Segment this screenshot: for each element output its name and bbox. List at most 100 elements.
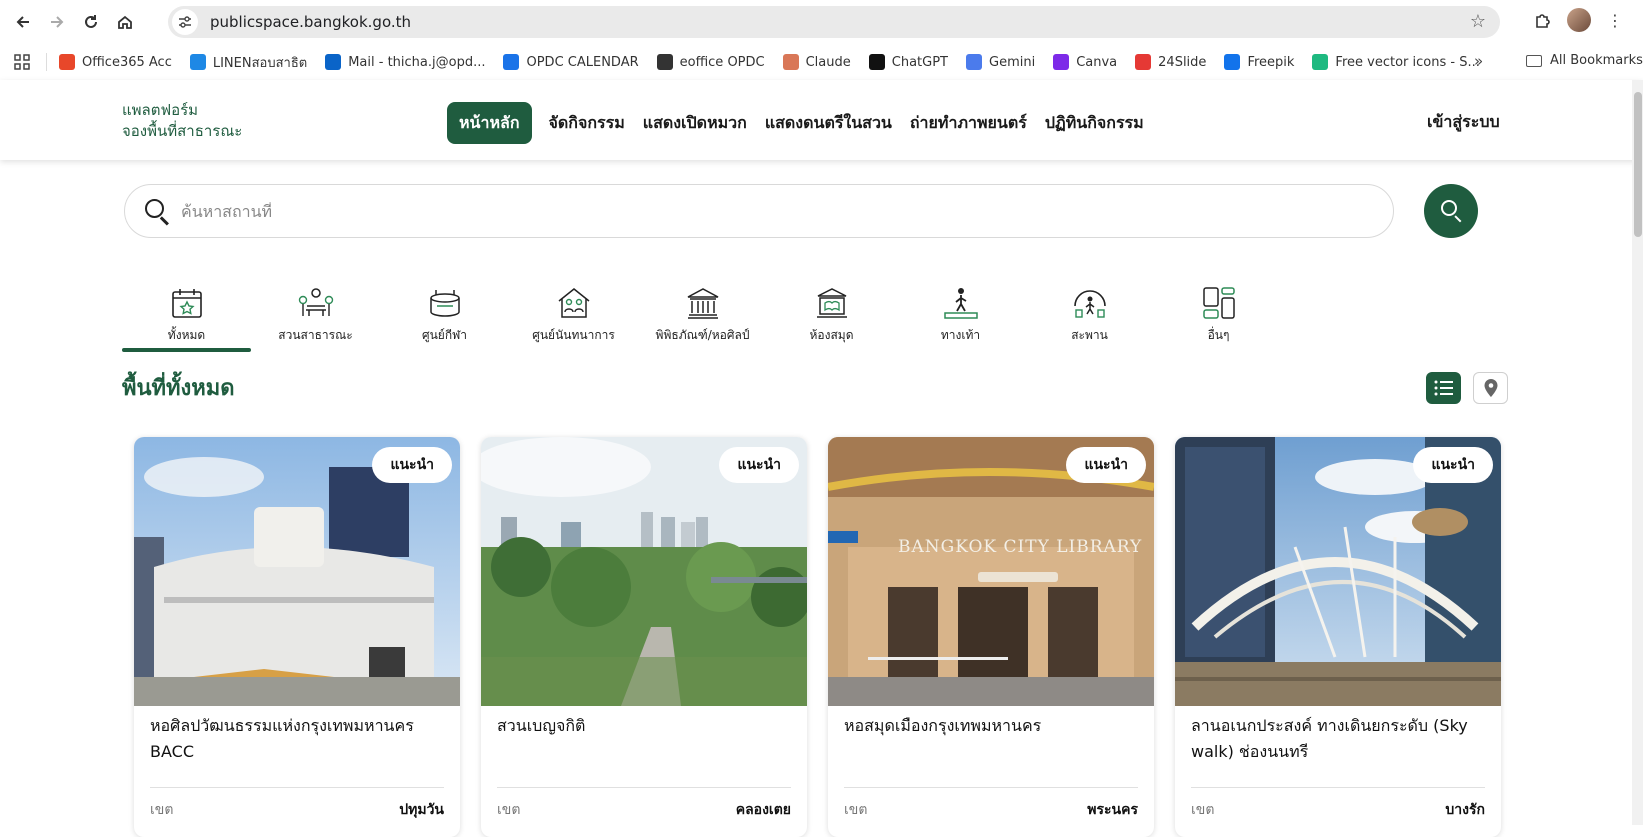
nav-filming[interactable]: ถ่ายทำภาพยนตร์	[901, 102, 1036, 144]
place-card[interactable]: แนะนำ สวนเบญจกิติ เขต คลองเตย	[481, 437, 807, 837]
place-title[interactable]: สวนเบญจกิติ	[497, 713, 791, 739]
bookmark-item[interactable]: eoffice OPDC	[656, 52, 765, 73]
recommended-badge: แนะนำ	[1066, 447, 1146, 483]
other-grid-icon	[1200, 284, 1238, 322]
search-icon	[143, 197, 171, 226]
login-link[interactable]: เข้าสู่ระบบ	[1427, 110, 1500, 135]
bookmark-label: Office365 Acc	[82, 54, 172, 70]
district-label: เขต	[844, 802, 868, 818]
url-text[interactable]: publicspace.bangkok.go.th	[210, 13, 411, 31]
category-sports-center[interactable]: ศูนย์กีฬา	[380, 284, 509, 354]
category-other[interactable]: อื่นๆ	[1154, 284, 1283, 354]
bookmark-item[interactable]: Office365 Acc	[59, 52, 172, 73]
bookmark-item[interactable]: Mail - thicha.j@opd...	[325, 52, 485, 73]
place-card[interactable]: แนะนำ ลานอเนกประสงค์ ทางเดินยกระดับ (Sky…	[1175, 437, 1501, 837]
nav-organize-event[interactable]: จัดกิจกรรม	[540, 102, 634, 144]
bookmark-favicon-icon	[325, 54, 342, 70]
calendar-star-icon	[168, 284, 206, 322]
nav-street-performance[interactable]: แสดงเปิดหมวก	[634, 102, 756, 144]
nav-event-calendar[interactable]: ปฏิทินกิจกรรม	[1036, 102, 1153, 144]
category-label: ห้องสมุด	[809, 328, 854, 342]
category-label: ทางเท้า	[940, 328, 981, 342]
place-card[interactable]: แนะนำ หอศิลปวัฒนธรรมแห่งกรุงเทพมหานคร BA…	[134, 437, 460, 837]
place-image: แนะนำ	[481, 437, 807, 706]
profile-avatar[interactable]	[1567, 8, 1591, 32]
bookmark-item[interactable]: Gemini	[966, 52, 1035, 73]
place-image: แนะนำ	[134, 437, 460, 706]
category-label: ศูนย์นันทนาการ	[532, 328, 615, 342]
list-view-button[interactable]	[1426, 372, 1461, 404]
bookmark-favicon-icon	[59, 54, 75, 70]
nav-home[interactable]: หน้าหลัก	[447, 102, 532, 144]
bookmark-item[interactable]: LINENสอบสาธิต	[189, 52, 307, 73]
bookmark-favicon-icon	[1135, 54, 1152, 70]
home-icon	[118, 15, 132, 29]
extensions-puzzle-icon[interactable]	[1529, 6, 1557, 34]
bookmark-label: 24Slide	[1158, 54, 1207, 70]
recreation-house-icon	[555, 284, 593, 322]
bookmark-label: Claude	[805, 54, 851, 70]
district-value: คลองเตย	[735, 802, 791, 818]
library-sign-text: BANGKOK CITY LIBRARY	[898, 537, 1143, 557]
place-title[interactable]: หอศิลปวัฒนธรรมแห่งกรุงเทพมหานคร BACC	[150, 713, 444, 765]
site-info-icon[interactable]	[172, 9, 198, 35]
map-view-button[interactable]	[1473, 372, 1508, 404]
recommended-badge: แนะนำ	[1413, 447, 1493, 483]
folder-icon	[1526, 54, 1542, 67]
section-title: พื้นที่ทั้งหมด	[122, 376, 235, 401]
district-value: พระนคร	[1087, 802, 1138, 818]
card-divider	[844, 787, 1138, 788]
recommended-badge: แนะนำ	[372, 447, 452, 483]
search-button-icon	[1441, 200, 1457, 216]
category-tabs: ทั้งหมด สวนสาธารณะ ศูนย์กีฬา ศูนย์นันทนา…	[122, 284, 1283, 354]
browser-toolbar: publicspace.bangkok.go.th ☆ ⋮	[0, 0, 1643, 44]
main-nav: หน้าหลัก จัดกิจกรรม แสดงเปิดหมวก แสดงดนต…	[447, 102, 1153, 144]
all-bookmarks-button[interactable]: All Bookmarks	[1526, 53, 1643, 68]
category-label: อื่นๆ	[1207, 328, 1230, 342]
bookmark-favicon-icon	[1224, 54, 1241, 70]
bookmark-item[interactable]: Claude	[782, 52, 851, 73]
place-title[interactable]: หอสมุดเมืองกรุงเทพมหานคร	[844, 713, 1138, 739]
search-button[interactable]	[1424, 184, 1478, 238]
back-button[interactable]	[6, 5, 40, 39]
bookmark-favicon-icon	[656, 54, 673, 70]
site-header: แพลตฟอร์ม จองพื้นที่สาธารณะ หน้าหลัก จัด…	[0, 80, 1643, 160]
home-button[interactable]	[108, 5, 142, 39]
page-scrollbar-thumb[interactable]	[1634, 92, 1642, 237]
bookmark-item[interactable]: OPDC CALENDAR	[503, 52, 639, 73]
list-icon	[1434, 380, 1453, 396]
category-bridge[interactable]: สะพาน	[1025, 284, 1154, 354]
category-recreation-center[interactable]: ศูนย์นันทนาการ	[509, 284, 638, 354]
bookmark-item[interactable]: 24Slide	[1135, 52, 1206, 73]
bookmark-item[interactable]: Free vector icons - S...	[1312, 52, 1480, 73]
address-bar[interactable]: publicspace.bangkok.go.th ☆	[168, 6, 1500, 38]
category-label: สะพาน	[1071, 328, 1108, 342]
category-all[interactable]: ทั้งหมด	[122, 284, 251, 354]
category-library[interactable]: ห้องสมุด	[767, 284, 896, 354]
forward-button[interactable]	[40, 5, 74, 39]
bookmark-item[interactable]: Freepik	[1224, 52, 1294, 73]
all-bookmarks-label: All Bookmarks	[1550, 53, 1643, 68]
place-card[interactable]: BANGKOK CITY LIBRARY แนะนำ หอสมุดเมืองกร…	[828, 437, 1154, 837]
bookmark-label: Canva	[1076, 54, 1118, 70]
category-museum-gallery[interactable]: พิพิธภัณฑ์/หอศิลป์	[638, 284, 767, 354]
bookmark-favicon-icon	[1053, 54, 1070, 70]
bookmark-item[interactable]: ChatGPT	[868, 52, 948, 73]
map-pin-icon	[1484, 379, 1497, 397]
category-sidewalk[interactable]: ทางเท้า	[896, 284, 1025, 354]
bookmarks-overflow-icon[interactable]: »	[1474, 52, 1483, 70]
reload-button[interactable]	[74, 5, 108, 39]
brand-logo[interactable]: แพลตฟอร์ม จองพื้นที่สาธารณะ	[122, 100, 242, 142]
apps-grid-icon[interactable]	[14, 54, 30, 70]
nav-music-in-park[interactable]: แสดงดนตรีในสวน	[756, 102, 901, 144]
bookmark-item[interactable]: Canva	[1053, 52, 1117, 73]
place-title[interactable]: ลานอเนกประสงค์ ทางเดินยกระดับ (Sky walk)…	[1191, 713, 1485, 765]
category-park[interactable]: สวนสาธารณะ	[251, 284, 380, 354]
district-label: เขต	[1191, 802, 1215, 818]
reload-icon	[85, 15, 97, 28]
bookmark-star-icon[interactable]: ☆	[1470, 11, 1486, 32]
kebab-menu-icon[interactable]: ⋮	[1601, 6, 1629, 34]
search-input[interactable]	[181, 201, 1281, 221]
recommended-badge: แนะนำ	[719, 447, 799, 483]
bridge-icon	[1071, 284, 1109, 322]
